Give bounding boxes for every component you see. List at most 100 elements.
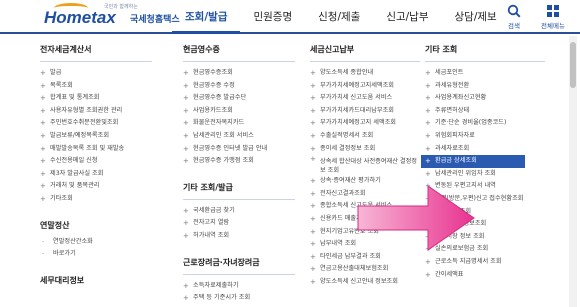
menu-item[interactable]: + 연금고용산출대체보험조회 [310,263,420,276]
menu-item[interactable]: + 기타조회 [40,193,152,206]
menu-item[interactable]: + 양도소득세 신고안내 정보조회 [310,276,420,289]
plus-icon: + [310,214,316,223]
menu-item[interactable]: + 부가가치세예정고지세액조회 [310,80,420,93]
gnb-inquiry[interactable]: 조회/발급 [172,0,241,34]
menu-item[interactable]: + 현금영수증 수정 [183,80,295,93]
plus-icon: + [425,144,431,153]
menu-item[interactable]: + 상속세 합산대상 사전증여재산 결정정보 조회 [310,155,420,175]
column-title: 전자세금계산서 [40,44,152,62]
menu-item[interactable]: + 수신전용메일 신청 [40,155,152,168]
plus-icon: + [425,69,431,77]
vertical-scrollbar[interactable] [569,36,577,307]
menu-item[interactable]: + 간이세액표 [425,269,545,282]
menu-item[interactable]: + 사업용카드조회 [183,105,295,118]
plus-icon: + [425,119,431,128]
plus-icon: + [183,106,189,115]
menu-item[interactable]: + 매발발송목록 조회 및 재발송 [40,143,152,156]
menu-item-label: 허가내역 조회 [193,231,230,239]
plus-icon: + [310,131,316,140]
plus-icon: + [40,194,46,203]
menu-column-cash-receipt: 현금영수증 + 현금영수증조회 + 현금영수증 수정 + 현금영수증 발급수단 + 사업용카드… [183,44,295,305]
column-title: 현금영수증 [183,44,295,62]
all-menu-button[interactable]: 전체메뉴 [536,4,570,30]
menu-item[interactable]: + 현금영수증 가맹점 조회 [183,155,295,168]
menu-item-label: 부가가치세 신고도움 서비스 [320,94,393,102]
menu-item[interactable]: + 목록조회 [40,80,152,93]
menu-item[interactable]: + 제3자 발급사실 조회 [40,168,152,181]
menu-item[interactable]: + 현금영수증 발급수단 [183,92,295,105]
plus-icon: + [425,94,431,103]
menu-item[interactable]: + 화물운전자복지카드 [183,117,295,130]
logo-main-text: Hometax [44,8,116,27]
menu-item[interactable]: + 현금영수증 인터넷 발급 안내 [183,143,295,156]
column-subtitle: 근로장려금·자녀장려금 [183,257,295,275]
plus-icon: + [40,144,46,153]
grid-menu-icon [547,5,559,17]
menu-item[interactable]: + 부가가치세예정고지 세액조회 [310,117,420,130]
menu-item-label: 주택 등 기준시가 조회 [193,294,251,302]
global-nav: 조회/발급 민원증명 신청/제출 신고/납부 상담/제보 [172,0,510,34]
menu-item[interactable]: + 수출실적명세서 조회 [310,130,420,143]
menu-item[interactable]: + 양도소득세 종합안내 [310,67,420,80]
menu-item-label: 간이세액표 [435,270,464,278]
menu-item[interactable]: + 과세자료조회 [425,143,545,156]
menu-item[interactable]: + 부가가치세 신고도움 서비스 [310,92,420,105]
gnb-filing[interactable]: 신고/납부 [373,0,441,34]
search-button[interactable]: 검색 [500,4,528,30]
gnb-application[interactable]: 신청/제출 [305,0,373,34]
plus-icon: + [183,206,189,215]
menu-item[interactable]: + 기준·단순 경비율(업종코드) [425,117,545,130]
menu-item[interactable]: - 연말정산간소화 [40,236,152,249]
menu-item[interactable]: + 합계표 및 통계조회 [40,92,152,105]
menu-item[interactable]: + 주민번호수취분전환및조회 [40,117,152,130]
plus-icon: + [425,157,431,166]
menu-item[interactable]: + 환급금 상세조회 [421,155,525,168]
menu-item[interactable]: + 발급보류/예정목록조회 [40,130,152,143]
menu-item-label: 바로가기 [53,250,76,258]
menu-item[interactable]: + 위험회피자자료 [425,130,545,143]
menu-item[interactable]: + 주류면허상태 [425,105,545,118]
menu-item-label: 현금영수증 가맹점 조회 [193,157,254,165]
menu-item-label: 연금고용산출대체보험조회 [320,265,389,273]
search-icon [507,4,521,18]
plus-icon: + [40,81,46,90]
menu-item[interactable]: + 소득자료제출하기 [183,280,295,293]
menu-item[interactable]: + 사업용계좌신고현황 [425,92,545,105]
menu-item[interactable]: + 거래처 및 품목관리 [40,180,152,193]
menu-item[interactable]: + 납세관리인 조회 서비스 [183,130,295,143]
menu-item[interactable]: + 부가가치세카드대리납부조회 [310,105,420,118]
plus-icon: + [310,106,316,115]
menu-item-label: 양도소득세 종합안내 [320,69,374,76]
menu-item[interactable]: + 종이세 결정정보 조회 [310,143,420,156]
gnb-certificate[interactable]: 민원증명 [240,0,305,34]
menu-item-label: 사용자유형별 조회권한 관리 [50,106,123,114]
menu-item[interactable]: + 전자고지 열람 [183,217,295,230]
column-title: 세금신고납부 [310,44,420,62]
menu-item-label: 부가가치세예정고지 세액조회 [320,119,396,127]
plus-icon: + [310,94,316,103]
menu-item[interactable]: + 현금영수증조회 [183,67,295,80]
menu-item-label: 환급금 상세조회 [435,157,477,165]
menu-item-label: 현금영수증 수정 [193,81,235,89]
menu-item[interactable]: + 국세환급금 찾기 [183,205,295,218]
plus-icon: + [183,231,189,240]
scrollbar-thumb[interactable] [570,42,576,88]
plus-icon: + [425,270,431,279]
column-subtitle: 기타 조회/발급 [183,182,295,200]
plus-icon: + [425,257,431,266]
menu-item-label: 전자고지 열람 [193,219,230,227]
menu-item[interactable]: + 주택 등 기준시가 조회 [183,292,295,305]
menu-item[interactable]: - 바로가기 [40,248,152,261]
menu-item-label: 거래처 및 품목관리 [50,182,100,190]
plus-icon: + [310,69,316,77]
menu-item-label: 상속세 합산대상 사전증여재산 결정정보 조회 [320,158,417,175]
menu-item-label: 근로소득 지급명세서 조회 [435,257,502,265]
menu-column-einvoice: 전자세금계산서 + 발급 + 목록조회 + 합계표 및 통계조회 + 사용자유형별 조회권한 … [40,44,152,297]
menu-item[interactable]: + 세금포인트 [425,67,545,80]
menu-item[interactable]: + 과세유형전환 [425,80,545,93]
menu-item[interactable]: + 근로소득 지급명세서 조회 [425,256,545,269]
menu-item[interactable]: + 허가내역 조회 [183,230,295,243]
menu-item[interactable]: + 사용자유형별 조회권한 관리 [40,105,152,118]
menu-item[interactable]: + 발급 [40,67,152,80]
top-header: 국민과 함께하는 Hometax 국세청홈택스 조회/발급 민원증명 신청/제출… [0,0,580,34]
